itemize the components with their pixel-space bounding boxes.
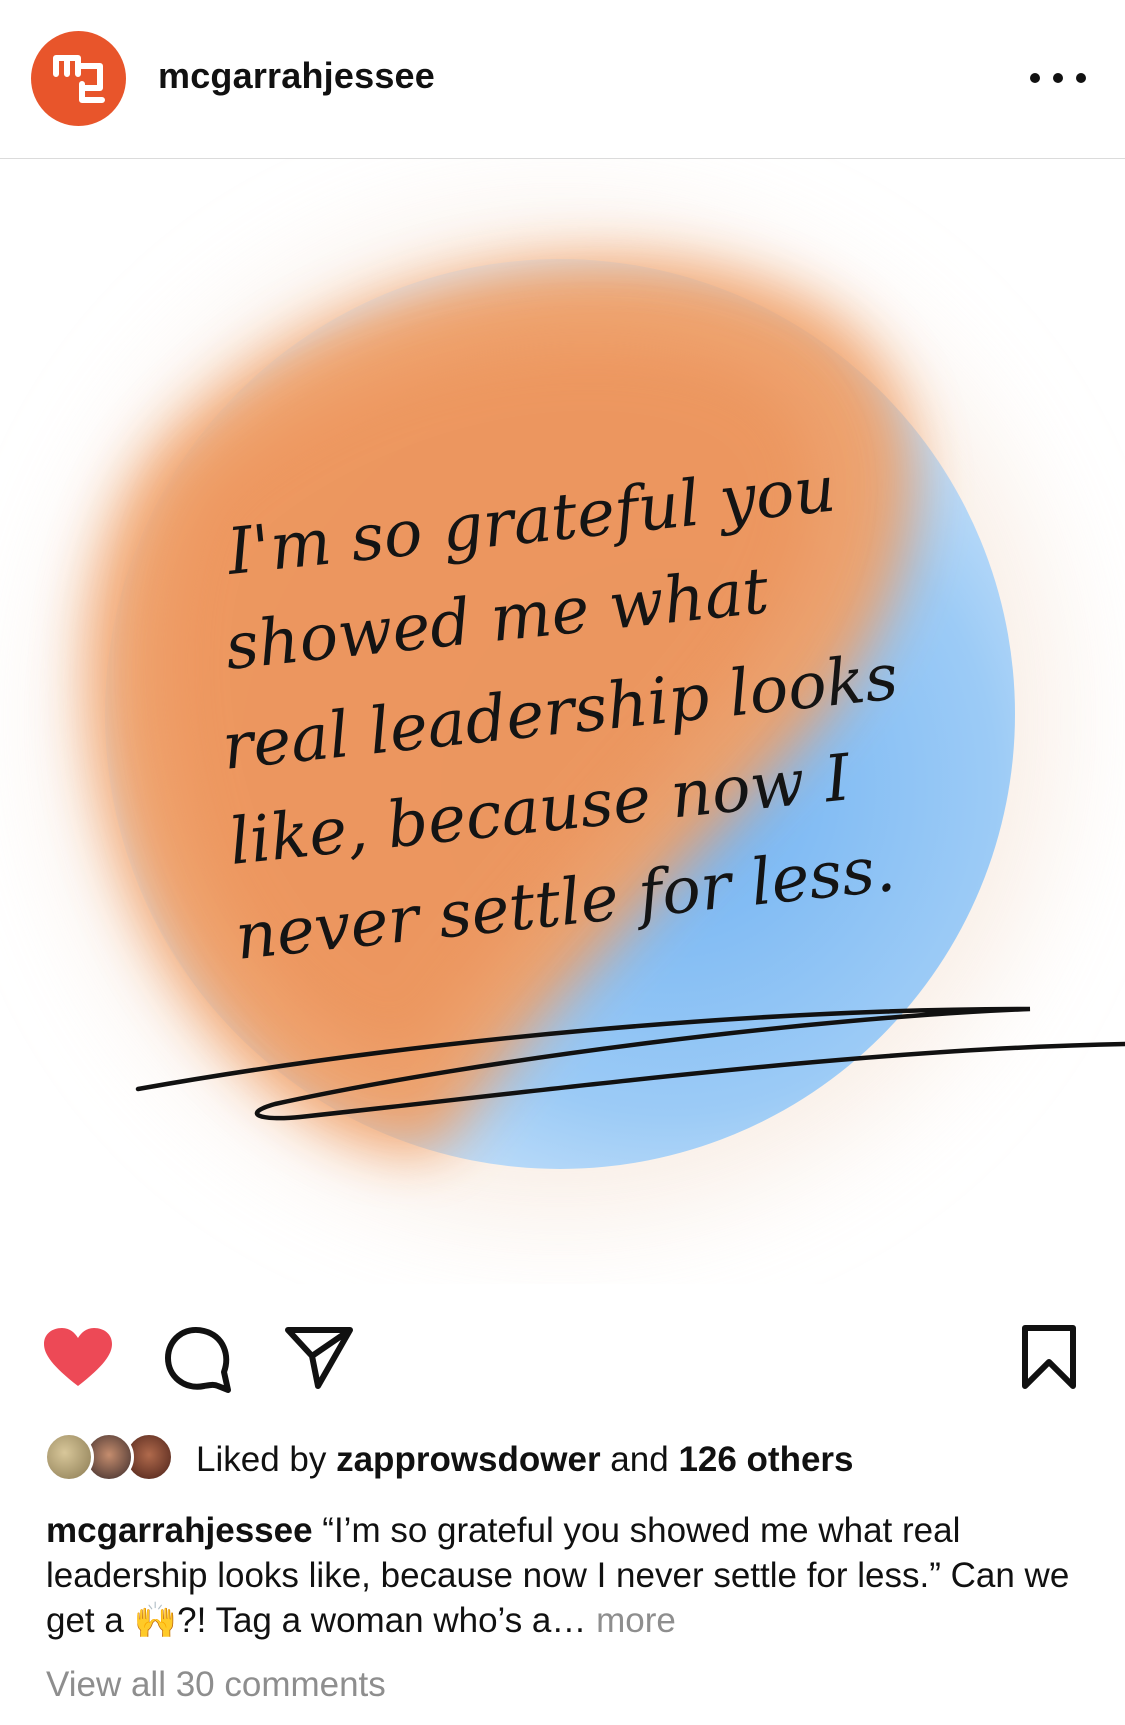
likes-summary[interactable]: Liked by zapprowsdower and 126 others [196,1440,854,1480]
bookmark-icon[interactable] [1020,1324,1078,1395]
caption-username[interactable]: mcgarrahjessee [46,1511,313,1550]
liker-avatar[interactable] [44,1432,94,1482]
likes-middle: and [600,1440,679,1479]
likes-prefix: Liked by [196,1440,337,1479]
post-author-username[interactable]: mcgarrahjessee [158,55,435,97]
mcgarrah-jessee-logo-icon [52,54,105,103]
more-options-icon[interactable] [1030,60,1086,96]
share-icon[interactable] [284,1324,354,1395]
heart-icon[interactable] [42,1326,114,1395]
likes-row: Liked by zapprowsdower and 126 others [44,1428,1084,1488]
raising-hands-emoji: 🙌 [133,1601,178,1640]
post-header: mcgarrahjessee [0,0,1125,159]
comment-icon[interactable] [164,1326,232,1399]
avatar[interactable] [31,31,126,126]
post-image[interactable]: I'm so grateful you showed me what real … [0,159,1125,1284]
caption-text-continued: ?! Tag a woman who’s a… [177,1601,597,1640]
caption-more-link[interactable]: more [596,1601,676,1640]
likes-count[interactable]: 126 others [678,1440,853,1479]
liker-username[interactable]: zapprowsdower [336,1440,600,1479]
action-bar [0,1310,1125,1400]
post-caption: mcgarrahjessee “I’m so grateful you show… [46,1508,1086,1643]
quote-artwork: I'm so grateful you showed me what real … [60,219,1125,1219]
view-all-comments-link[interactable]: View all 30 comments [46,1665,386,1705]
